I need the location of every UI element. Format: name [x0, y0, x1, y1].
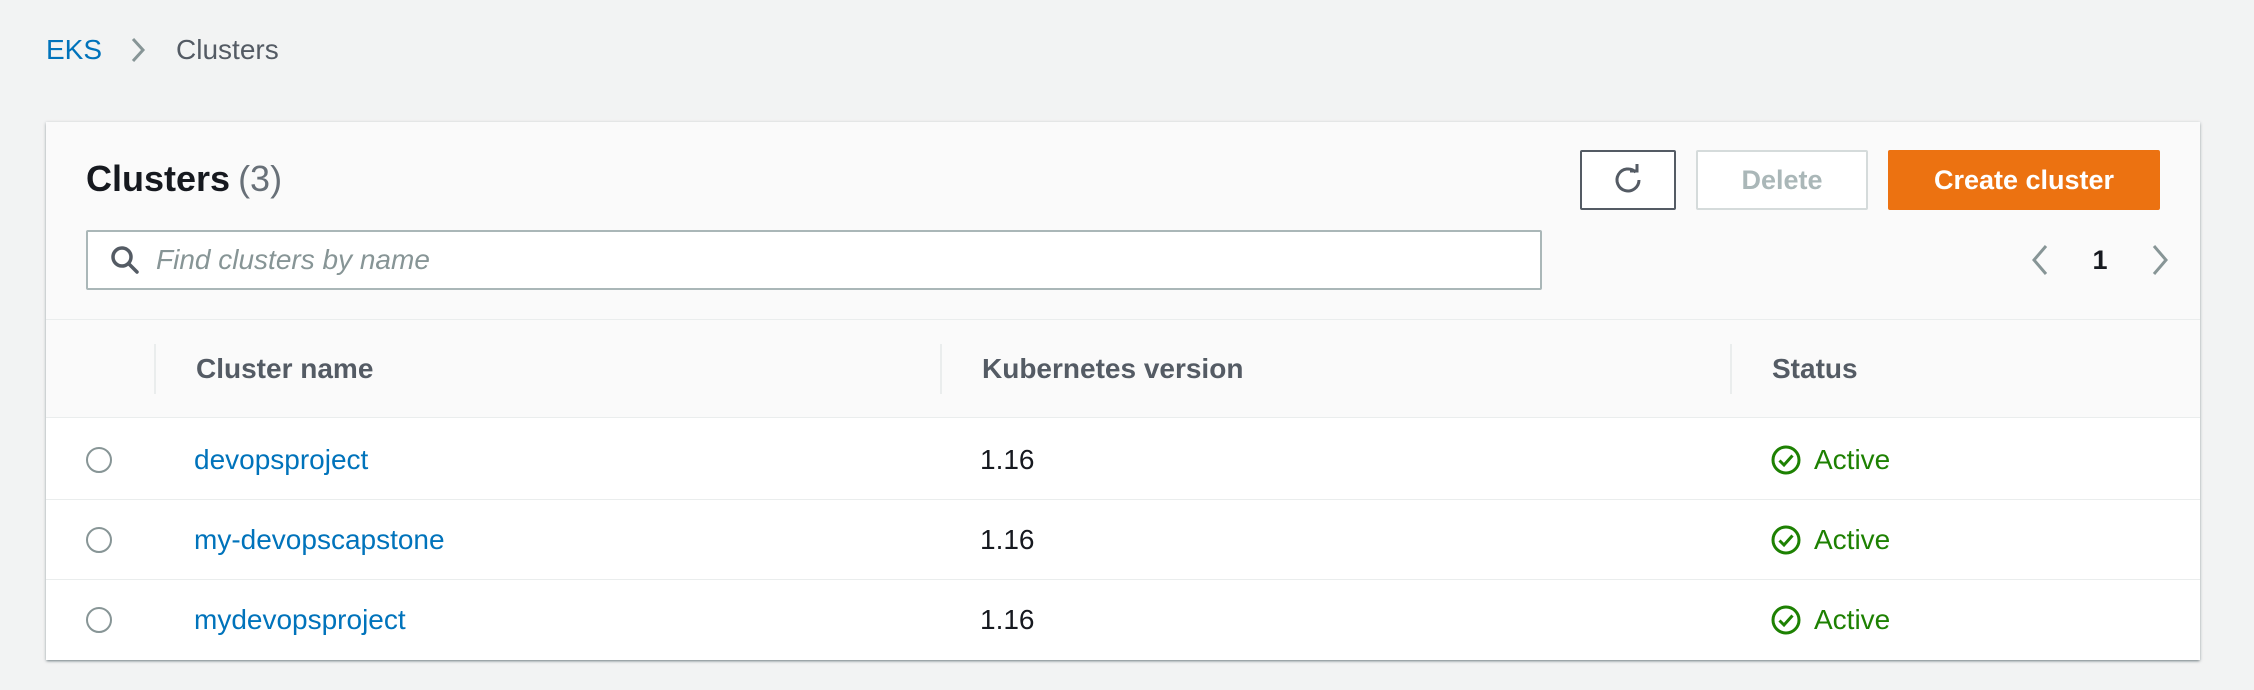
- kubernetes-version: 1.16: [980, 604, 1035, 635]
- pagination: 1: [2020, 232, 2180, 288]
- column-divider: [940, 344, 942, 394]
- kubernetes-version: 1.16: [980, 524, 1035, 555]
- status-badge: Active: [1770, 500, 1890, 580]
- column-divider: [154, 344, 156, 394]
- create-cluster-button[interactable]: Create cluster: [1888, 150, 2160, 210]
- title-text: Clusters: [86, 158, 231, 199]
- status-badge: Active: [1770, 580, 1890, 660]
- next-page-icon[interactable]: [2140, 243, 2180, 277]
- table-body: devopsproject 1.16 Active my-devopscapst…: [46, 420, 2200, 660]
- search-input[interactable]: [156, 235, 1516, 285]
- status-text: Active: [1814, 524, 1891, 555]
- table-row[interactable]: my-devopscapstone 1.16 Active: [46, 500, 2200, 580]
- row-select-radio[interactable]: [86, 447, 112, 473]
- status-ok-icon: [1770, 444, 1802, 476]
- cluster-name-link[interactable]: mydevopsproject: [194, 580, 406, 660]
- breadcrumb: EKS Clusters: [46, 30, 279, 70]
- search-icon: [110, 245, 140, 275]
- panel-header: Clusters (3) Delete Create cluster Find …: [46, 122, 2200, 320]
- status-text: Active: [1814, 444, 1891, 475]
- page-title: Clusters (3): [86, 158, 282, 200]
- cluster-count: (3): [238, 158, 283, 199]
- column-header-status[interactable]: Status: [1772, 320, 1858, 418]
- kubernetes-version: 1.16: [980, 444, 1035, 475]
- cluster-name-link[interactable]: my-devopscapstone: [194, 500, 445, 580]
- search-field: [86, 230, 1542, 290]
- delete-button[interactable]: Delete: [1696, 150, 1868, 210]
- previous-page-icon[interactable]: [2020, 243, 2060, 277]
- column-divider: [1730, 344, 1732, 394]
- table-row[interactable]: devopsproject 1.16 Active: [46, 420, 2200, 500]
- breadcrumb-eks-link[interactable]: EKS: [46, 34, 102, 66]
- refresh-icon: [1611, 163, 1645, 197]
- current-page-number[interactable]: 1: [2060, 245, 2140, 276]
- chevron-right-icon: [130, 36, 146, 64]
- table-row[interactable]: mydevopsproject 1.16 Active: [46, 580, 2200, 660]
- column-header-kubernetes-version[interactable]: Kubernetes version: [982, 320, 1243, 418]
- status-ok-icon: [1770, 604, 1802, 636]
- row-select-radio[interactable]: [86, 607, 112, 633]
- row-select-radio[interactable]: [86, 527, 112, 553]
- table-header: Cluster name Kubernetes version Status: [46, 320, 2200, 418]
- clusters-panel: Clusters (3) Delete Create cluster Find …: [46, 122, 2200, 660]
- cluster-name-link[interactable]: devopsproject: [194, 420, 368, 500]
- status-text: Active: [1814, 604, 1891, 635]
- refresh-button[interactable]: [1580, 150, 1676, 210]
- status-badge: Active: [1770, 420, 1890, 500]
- breadcrumb-current: Clusters: [176, 34, 279, 65]
- column-header-cluster-name[interactable]: Cluster name: [196, 320, 373, 418]
- status-ok-icon: [1770, 524, 1802, 556]
